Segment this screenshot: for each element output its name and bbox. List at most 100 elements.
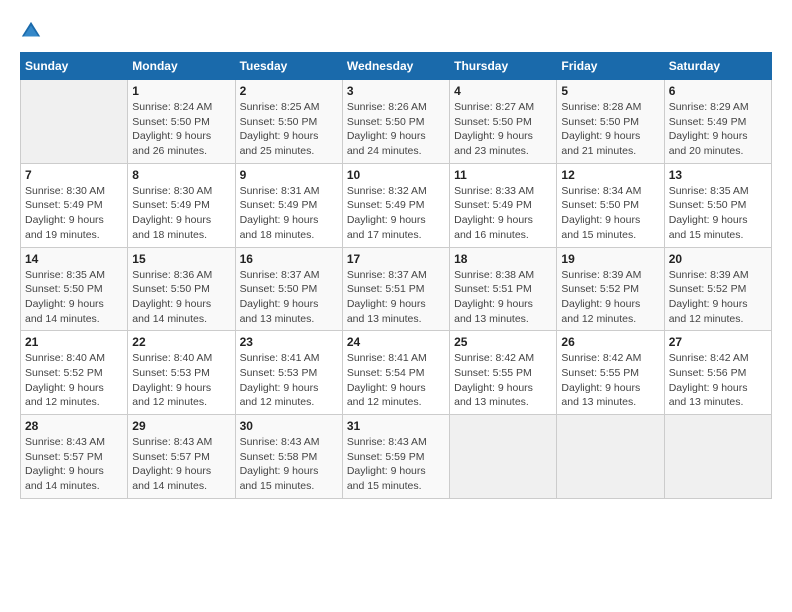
calendar-cell: 9Sunrise: 8:31 AM Sunset: 5:49 PM Daylig… — [235, 163, 342, 247]
calendar-cell: 29 Sunrise: 8:43 AM Sunset: 5:57 PM Dayli… — [128, 415, 235, 499]
day-number: 7 — [25, 168, 123, 182]
day-number: 2 — [240, 84, 338, 98]
header-day-friday: Friday — [557, 53, 664, 80]
day-info: Sunrise: 8:35 AM Sunset: 5:50 PM Dayligh… — [25, 268, 123, 327]
day-number: 27 — [669, 335, 767, 349]
day-number: 11 — [454, 168, 552, 182]
day-info: Sunrise: 8:43 AM Sunset: 5:59 PM Dayligh… — [347, 435, 445, 494]
day-info: Sunrise: 8:30 AM Sunset: 5:49 PM Dayligh… — [25, 184, 123, 243]
day-number: 20 — [669, 252, 767, 266]
day-number: 17 — [347, 252, 445, 266]
calendar-cell: 25Sunrise: 8:42 AM Sunset: 5:55 PM Dayli… — [450, 331, 557, 415]
header-day-sunday: Sunday — [21, 53, 128, 80]
day-info: Sunrise: 8:24 AM Sunset: 5:50 PM Dayligh… — [132, 100, 230, 159]
day-number: 13 — [669, 168, 767, 182]
header-row: SundayMondayTuesdayWednesdayThursdayFrid… — [21, 53, 772, 80]
week-row-4: 21 Sunrise: 8:40 AM Sunset: 5:52 PM Dayli… — [21, 331, 772, 415]
day-number: 26 — [561, 335, 659, 349]
day-number: 24 — [347, 335, 445, 349]
day-info: Sunrise: 8:42 AM Sunset: 5:56 PM Dayligh… — [669, 351, 767, 410]
day-info: Sunrise: 8:32 AM Sunset: 5:49 PM Dayligh… — [347, 184, 445, 243]
calendar-cell: 30 Sunrise: 8:43 AM Sunset: 5:58 PM Dayli… — [235, 415, 342, 499]
day-info: Sunrise: 8:27 AM Sunset: 5:50 PM Dayligh… — [454, 100, 552, 159]
calendar-cell: 18Sunrise: 8:38 AM Sunset: 5:51 PM Dayli… — [450, 247, 557, 331]
day-info: Sunrise: 8:39 AM Sunset: 5:52 PM Dayligh… — [561, 268, 659, 327]
header-day-tuesday: Tuesday — [235, 53, 342, 80]
day-info: Sunrise: 8:34 AM Sunset: 5:50 PM Dayligh… — [561, 184, 659, 243]
calendar-cell: 2 Sunrise: 8:25 AM Sunset: 5:50 PM Daylig… — [235, 80, 342, 164]
day-number: 19 — [561, 252, 659, 266]
week-row-2: 7 Sunrise: 8:30 AM Sunset: 5:49 PM Daylig… — [21, 163, 772, 247]
day-info: Sunrise: 8:30 AM Sunset: 5:49 PM Dayligh… — [132, 184, 230, 243]
day-info: Sunrise: 8:33 AM Sunset: 5:49 PM Dayligh… — [454, 184, 552, 243]
calendar-cell: 20 Sunrise: 8:39 AM Sunset: 5:52 PM Dayli… — [664, 247, 771, 331]
day-info: Sunrise: 8:37 AM Sunset: 5:51 PM Dayligh… — [347, 268, 445, 327]
day-number: 14 — [25, 252, 123, 266]
day-number: 16 — [240, 252, 338, 266]
calendar-cell: 24 Sunrise: 8:41 AM Sunset: 5:54 PM Dayli… — [342, 331, 449, 415]
day-number: 6 — [669, 84, 767, 98]
calendar-cell: 6 Sunrise: 8:29 AM Sunset: 5:49 PM Daylig… — [664, 80, 771, 164]
calendar-table: SundayMondayTuesdayWednesdayThursdayFrid… — [20, 52, 772, 499]
week-row-5: 28Sunrise: 8:43 AM Sunset: 5:57 PM Dayli… — [21, 415, 772, 499]
day-info: Sunrise: 8:37 AM Sunset: 5:50 PM Dayligh… — [240, 268, 338, 327]
calendar-cell: 21 Sunrise: 8:40 AM Sunset: 5:52 PM Dayli… — [21, 331, 128, 415]
header-day-wednesday: Wednesday — [342, 53, 449, 80]
day-info: Sunrise: 8:39 AM Sunset: 5:52 PM Dayligh… — [669, 268, 767, 327]
calendar-cell: 3 Sunrise: 8:26 AM Sunset: 5:50 PM Daylig… — [342, 80, 449, 164]
calendar-cell: 1 Sunrise: 8:24 AM Sunset: 5:50 PM Daylig… — [128, 80, 235, 164]
calendar-cell — [450, 415, 557, 499]
header-day-monday: Monday — [128, 53, 235, 80]
day-number: 5 — [561, 84, 659, 98]
calendar-cell — [21, 80, 128, 164]
day-info: Sunrise: 8:40 AM Sunset: 5:53 PM Dayligh… — [132, 351, 230, 410]
header-day-thursday: Thursday — [450, 53, 557, 80]
week-row-3: 14 Sunrise: 8:35 AM Sunset: 5:50 PM Dayli… — [21, 247, 772, 331]
calendar-body: 1 Sunrise: 8:24 AM Sunset: 5:50 PM Daylig… — [21, 80, 772, 499]
day-number: 15 — [132, 252, 230, 266]
calendar-cell: 26Sunrise: 8:42 AM Sunset: 5:55 PM Dayli… — [557, 331, 664, 415]
day-number: 9 — [240, 168, 338, 182]
day-info: Sunrise: 8:35 AM Sunset: 5:50 PM Dayligh… — [669, 184, 767, 243]
calendar-cell: 8 Sunrise: 8:30 AM Sunset: 5:49 PM Daylig… — [128, 163, 235, 247]
week-row-1: 1 Sunrise: 8:24 AM Sunset: 5:50 PM Daylig… — [21, 80, 772, 164]
day-number: 30 — [240, 419, 338, 433]
calendar-cell: 17 Sunrise: 8:37 AM Sunset: 5:51 PM Dayli… — [342, 247, 449, 331]
calendar-cell: 4Sunrise: 8:27 AM Sunset: 5:50 PM Daylig… — [450, 80, 557, 164]
day-number: 21 — [25, 335, 123, 349]
logo-icon — [20, 20, 42, 42]
header-day-saturday: Saturday — [664, 53, 771, 80]
day-info: Sunrise: 8:41 AM Sunset: 5:54 PM Dayligh… — [347, 351, 445, 410]
calendar-header: SundayMondayTuesdayWednesdayThursdayFrid… — [21, 53, 772, 80]
calendar-cell: 28Sunrise: 8:43 AM Sunset: 5:57 PM Dayli… — [21, 415, 128, 499]
day-number: 3 — [347, 84, 445, 98]
day-info: Sunrise: 8:25 AM Sunset: 5:50 PM Dayligh… — [240, 100, 338, 159]
day-info: Sunrise: 8:43 AM Sunset: 5:57 PM Dayligh… — [132, 435, 230, 494]
day-number: 31 — [347, 419, 445, 433]
calendar-cell: 19 Sunrise: 8:39 AM Sunset: 5:52 PM Dayli… — [557, 247, 664, 331]
day-number: 8 — [132, 168, 230, 182]
day-info: Sunrise: 8:29 AM Sunset: 5:49 PM Dayligh… — [669, 100, 767, 159]
calendar-cell: 12 Sunrise: 8:34 AM Sunset: 5:50 PM Dayli… — [557, 163, 664, 247]
calendar-cell: 16 Sunrise: 8:37 AM Sunset: 5:50 PM Dayli… — [235, 247, 342, 331]
day-info: Sunrise: 8:38 AM Sunset: 5:51 PM Dayligh… — [454, 268, 552, 327]
day-number: 29 — [132, 419, 230, 433]
calendar-cell: 22 Sunrise: 8:40 AM Sunset: 5:53 PM Dayli… — [128, 331, 235, 415]
calendar-cell: 5 Sunrise: 8:28 AM Sunset: 5:50 PM Daylig… — [557, 80, 664, 164]
day-number: 12 — [561, 168, 659, 182]
day-info: Sunrise: 8:26 AM Sunset: 5:50 PM Dayligh… — [347, 100, 445, 159]
calendar-cell: 14 Sunrise: 8:35 AM Sunset: 5:50 PM Dayli… — [21, 247, 128, 331]
calendar-cell — [557, 415, 664, 499]
day-info: Sunrise: 8:43 AM Sunset: 5:58 PM Dayligh… — [240, 435, 338, 494]
day-info: Sunrise: 8:41 AM Sunset: 5:53 PM Dayligh… — [240, 351, 338, 410]
calendar-cell: 7 Sunrise: 8:30 AM Sunset: 5:49 PM Daylig… — [21, 163, 128, 247]
day-number: 1 — [132, 84, 230, 98]
day-number: 10 — [347, 168, 445, 182]
logo — [20, 20, 46, 42]
day-number: 25 — [454, 335, 552, 349]
day-info: Sunrise: 8:28 AM Sunset: 5:50 PM Dayligh… — [561, 100, 659, 159]
calendar-cell: 11 Sunrise: 8:33 AM Sunset: 5:49 PM Dayli… — [450, 163, 557, 247]
day-info: Sunrise: 8:40 AM Sunset: 5:52 PM Dayligh… — [25, 351, 123, 410]
day-number: 22 — [132, 335, 230, 349]
calendar-cell: 31 Sunrise: 8:43 AM Sunset: 5:59 PM Dayli… — [342, 415, 449, 499]
